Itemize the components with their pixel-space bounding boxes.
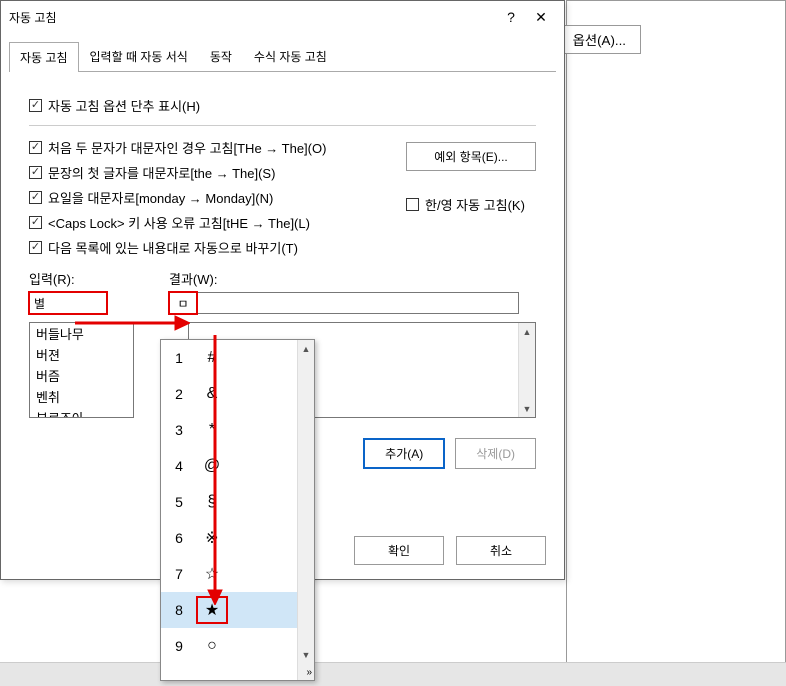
titlebar: 자동 고침 ? ✕ (1, 1, 564, 33)
ime-symbol: @ (197, 457, 227, 475)
ime-symbol: § (197, 493, 227, 511)
expand-icon[interactable]: » (306, 667, 312, 678)
input-label: 입력(R): (29, 269, 107, 288)
list-item[interactable]: 버들나무 (30, 323, 133, 344)
list-item[interactable]: 부르조아 (30, 407, 133, 418)
checkbox-two-caps[interactable] (29, 141, 42, 154)
delete-button[interactable]: 삭제(D) (455, 438, 536, 469)
scrollbar[interactable]: ▲ ▼ (518, 323, 535, 417)
result-label: 결과(W): (169, 269, 519, 288)
ime-candidate[interactable]: 9○ (161, 628, 314, 664)
ime-candidate[interactable]: 3* (161, 412, 314, 448)
ime-num: 4 (161, 458, 197, 474)
ime-num: 5 (161, 494, 197, 510)
help-button[interactable]: ? (496, 4, 526, 30)
checkbox-day-cap[interactable] (29, 191, 42, 204)
scroll-down-icon[interactable]: ▼ (519, 400, 535, 417)
ime-symbol: ※ (197, 528, 227, 548)
ime-num: 7 (161, 566, 197, 582)
ime-num: 1 (161, 350, 197, 366)
checkbox-capslock[interactable] (29, 216, 42, 229)
ime-candidate[interactable]: 2& (161, 376, 314, 412)
ime-candidate-popup: 1# 2& 3* 4@ 5§ 6※ 7☆ 8★ 9○ ▲ ▼ » (160, 339, 315, 681)
ime-num: 9 (161, 638, 197, 654)
checkbox-show-button[interactable] (29, 99, 42, 112)
ok-button[interactable]: 확인 (354, 536, 444, 565)
ime-num: 6 (161, 530, 197, 546)
checkbox-show-button-label: 자동 고침 옵션 단추 표시(H) (48, 96, 200, 115)
ime-num: 8 (161, 602, 197, 618)
checkbox-han-eng-label: 한/영 자동 고침(K) (425, 195, 525, 214)
ime-symbol-star-icon: ★ (197, 597, 227, 623)
scroll-up-icon[interactable]: ▲ (519, 323, 535, 340)
list-item[interactable]: 벤취 (30, 386, 133, 407)
cancel-button[interactable]: 취소 (456, 536, 546, 565)
add-button[interactable]: 추가(A) (363, 438, 445, 469)
checkbox-two-caps-label: 처음 두 문자가 대문자인 경우 고침[THe → The](O) (48, 138, 326, 157)
replace-input[interactable]: 별 (29, 292, 107, 314)
tab-autoformat[interactable]: 입력할 때 자동 서식 (79, 41, 199, 71)
checkbox-sentence-cap[interactable] (29, 166, 42, 179)
ime-symbol: & (197, 385, 227, 403)
tab-autocorrect[interactable]: 자동 고침 (9, 42, 79, 72)
bg-options-button[interactable]: 옵션(A)... (558, 25, 641, 54)
list-item[interactable]: 버즘 (30, 365, 133, 386)
ime-candidate[interactable]: 1# (161, 340, 314, 376)
checkbox-sentence-cap-label: 문장의 첫 글자를 대문자로[the → The](S) (48, 163, 275, 182)
with-input[interactable] (169, 292, 519, 314)
checkbox-replace-list-label: 다음 목록에 있는 내용대로 자동으로 바꾸기(T) (48, 238, 298, 257)
ime-candidate[interactable]: 4@ (161, 448, 314, 484)
ime-candidate[interactable]: 6※ (161, 520, 314, 556)
checkbox-replace-list[interactable] (29, 241, 42, 254)
with-input-char: ㅁ (169, 292, 197, 314)
ime-candidate[interactable]: 7☆ (161, 556, 314, 592)
ime-scrollbar[interactable]: ▲ ▼ (297, 340, 314, 680)
ime-symbol: ☆ (197, 564, 227, 584)
list-item[interactable]: 버젼 (30, 344, 133, 365)
ime-num: 2 (161, 386, 197, 402)
scroll-up-icon[interactable]: ▲ (298, 340, 314, 357)
close-button[interactable]: ✕ (526, 4, 556, 30)
checkbox-han-eng[interactable] (406, 198, 419, 211)
dialog-title: 자동 고침 (9, 9, 496, 26)
ime-symbol: # (197, 349, 227, 367)
ime-candidate[interactable]: 8★ (161, 592, 314, 628)
replace-listbox[interactable]: 버들나무 버젼 버즘 벤취 부르조아 (29, 322, 134, 418)
scroll-down-icon[interactable]: ▼ (298, 646, 314, 663)
tabstrip: 자동 고침 입력할 때 자동 서식 동작 수식 자동 고침 (9, 41, 556, 72)
checkbox-capslock-label: <Caps Lock> 키 사용 오류 고침[tHE → The](L) (48, 213, 310, 232)
tab-actions[interactable]: 동작 (199, 41, 243, 71)
exceptions-button[interactable]: 예외 항목(E)... (406, 142, 536, 171)
ime-num: 3 (161, 422, 197, 438)
tab-math[interactable]: 수식 자동 고침 (243, 41, 338, 71)
checkbox-day-cap-label: 요일을 대문자로[monday → Monday](N) (48, 188, 273, 207)
ime-symbol: ○ (197, 637, 227, 655)
ime-candidate[interactable]: 5§ (161, 484, 314, 520)
ime-symbol: * (197, 421, 227, 439)
